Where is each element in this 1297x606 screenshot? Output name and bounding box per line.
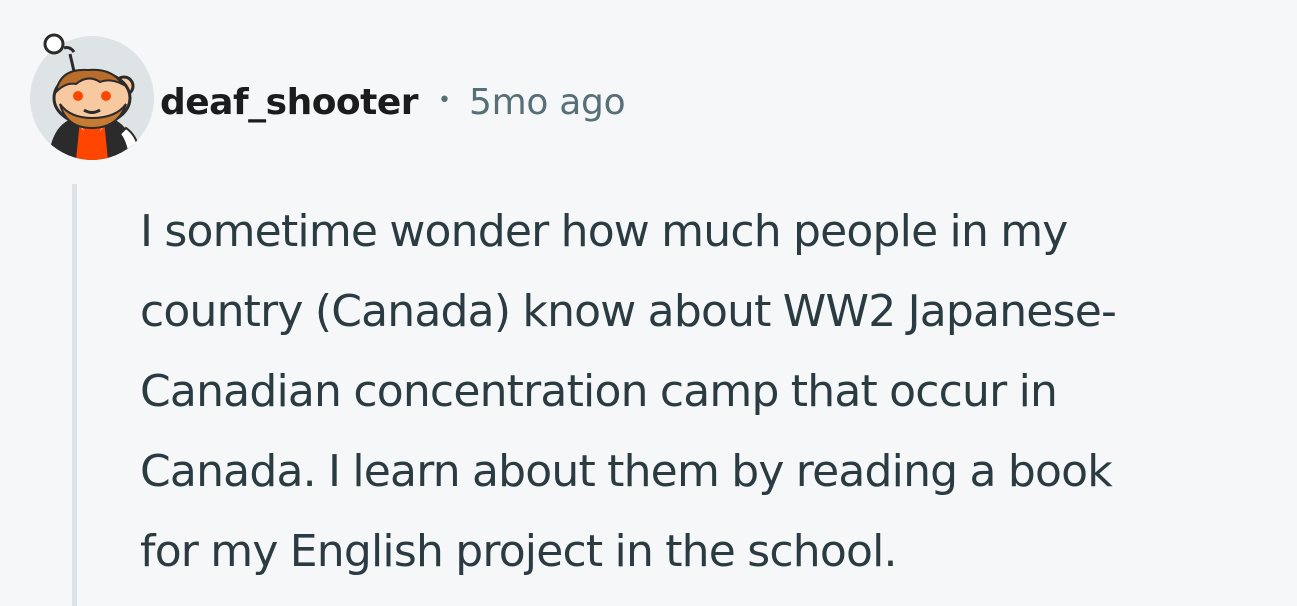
comment-body: I sometime wonder how much people in my … <box>140 206 1117 577</box>
comment-timestamp[interactable]: 5mo ago <box>469 82 626 123</box>
thread-line[interactable] <box>72 184 77 606</box>
comment: deaf_shooter • 5mo ago I sometime wonder… <box>0 0 1297 606</box>
user-avatar[interactable] <box>30 32 154 160</box>
comment-header: deaf_shooter • 5mo ago <box>160 72 626 132</box>
snoo-avatar-icon <box>30 33 154 160</box>
username-link[interactable]: deaf_shooter <box>160 82 419 123</box>
meta-separator: • <box>438 87 452 113</box>
